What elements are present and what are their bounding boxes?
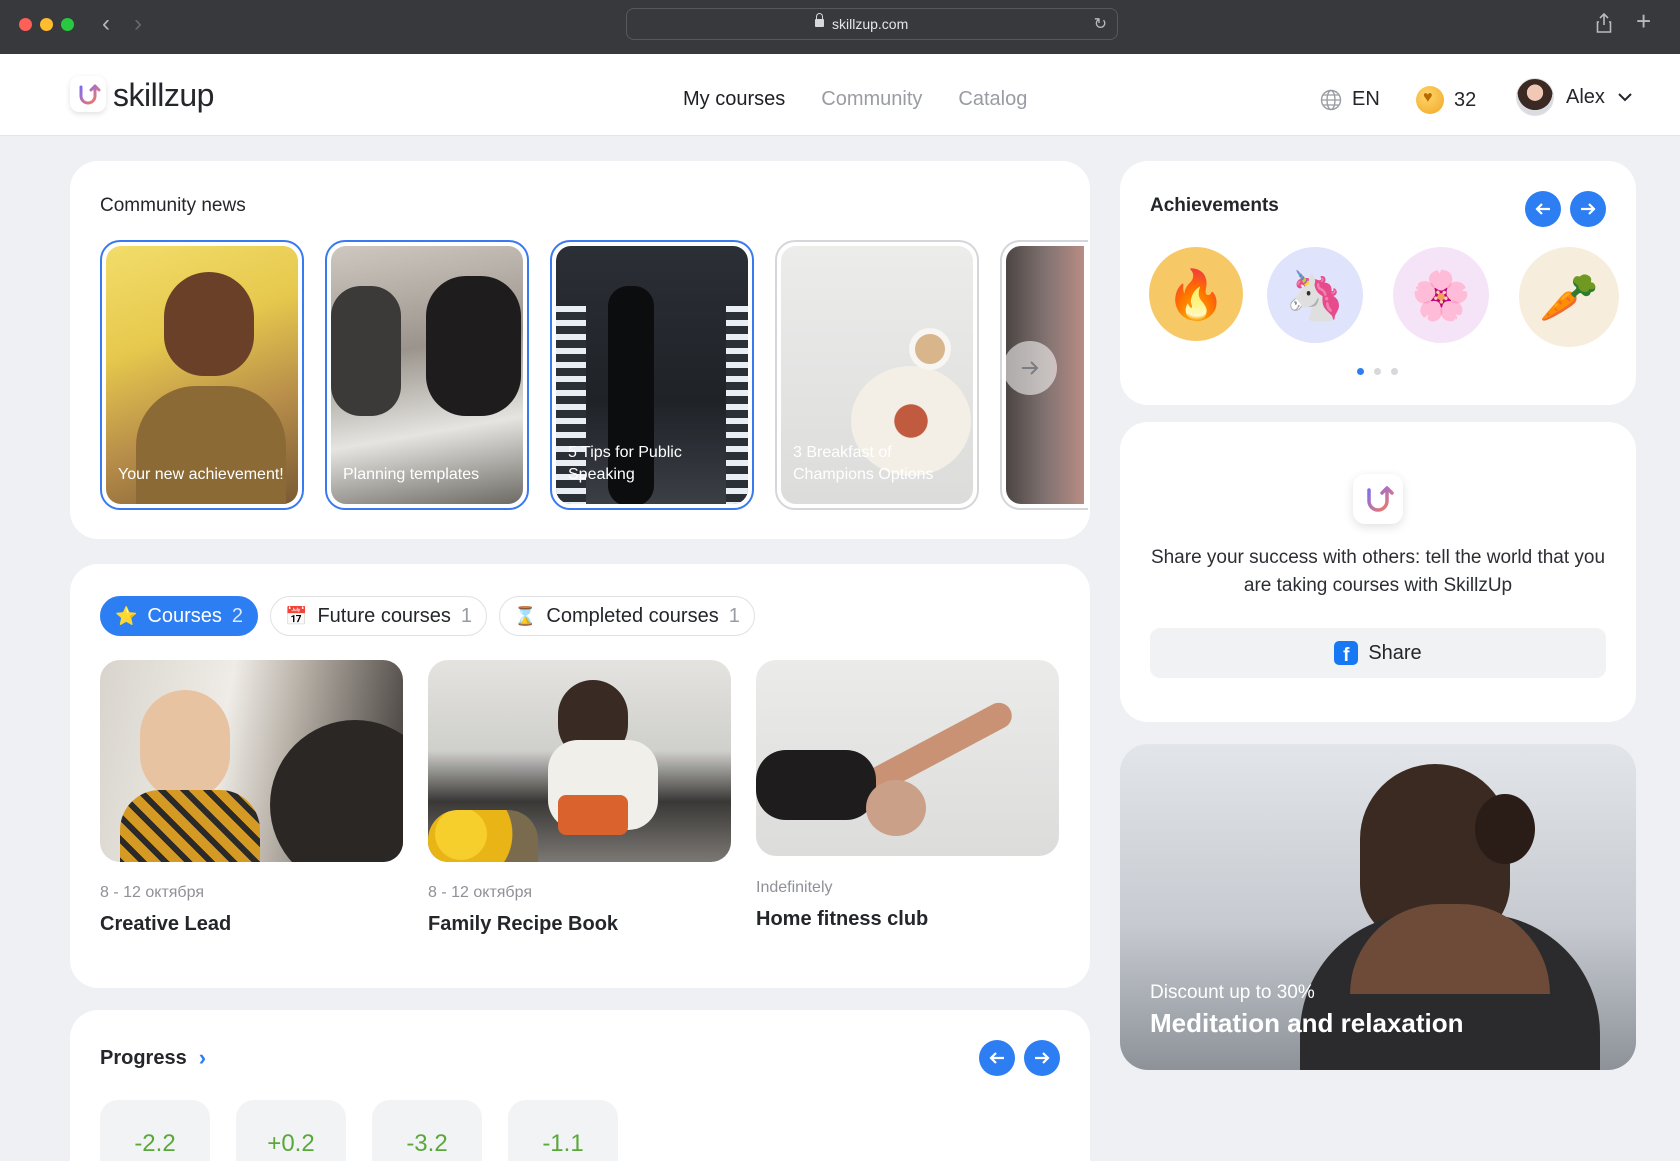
share-button-label: Share xyxy=(1368,641,1422,664)
course-title[interactable]: Creative Lead xyxy=(100,913,231,936)
arrow-left-icon xyxy=(989,1052,1004,1064)
hourglass-icon: ⌛ xyxy=(513,605,537,626)
story-image: Your new achievement! xyxy=(106,246,298,504)
address-bar-url: skillzup.com xyxy=(832,16,909,32)
share-description: Share your success with others: tell the… xyxy=(1150,547,1606,596)
star-icon: ⭐ xyxy=(115,605,138,626)
course-date: 8 - 12 октября xyxy=(428,884,532,901)
progress-next-button[interactable] xyxy=(1024,1040,1060,1076)
course-title[interactable]: Home fitness club xyxy=(756,908,928,931)
progress-link[interactable]: Progress › xyxy=(100,1045,206,1071)
minimize-window-button[interactable] xyxy=(40,18,53,31)
pager-dot[interactable] xyxy=(1357,368,1364,375)
avatar xyxy=(1516,78,1554,116)
coins-count: 32 xyxy=(1454,88,1477,111)
progress-title: Progress xyxy=(100,1046,187,1069)
site-header: skillzup My courses Community Catalog EN… xyxy=(0,54,1680,136)
promo-title: Meditation and relaxation xyxy=(1150,1008,1464,1038)
reload-icon[interactable]: ↻ xyxy=(1094,14,1107,34)
tab-label: Courses xyxy=(147,604,222,627)
progress-stat[interactable]: -1.1 xyxy=(508,1100,618,1161)
story-image: 3 Breakfast of Champions Options xyxy=(781,246,973,504)
coin-heart-icon xyxy=(1416,86,1444,114)
logo-icon xyxy=(1353,474,1403,524)
nav-community[interactable]: Community xyxy=(821,88,922,111)
stories-next-button[interactable] xyxy=(1003,341,1057,395)
user-menu[interactable]: Alex xyxy=(1516,78,1633,116)
tab-label: Completed courses xyxy=(546,604,719,627)
tab-completed-courses[interactable]: ⌛ Completed courses 1 xyxy=(498,596,755,636)
chevron-down-icon xyxy=(1618,93,1632,102)
logo-icon[interactable] xyxy=(70,76,106,112)
story-card[interactable]: Planning templates xyxy=(325,240,529,510)
achievements-title: Achievements xyxy=(1150,195,1279,216)
achievements-next-button[interactable] xyxy=(1570,191,1606,227)
tab-count: 1 xyxy=(728,604,740,627)
arrow-right-icon xyxy=(1035,1052,1050,1064)
promo-subtitle: Discount up to 30% xyxy=(1150,982,1315,1003)
course-image[interactable] xyxy=(100,660,403,862)
course-tabs: ⭐ Courses 2 📅 Future courses 1 ⌛ Complet… xyxy=(100,596,755,636)
unicorn-icon[interactable]: 🦄 xyxy=(1267,247,1363,343)
course-date: Indefinitely xyxy=(756,879,833,896)
story-image: 5 Tips for Public Speaking xyxy=(556,246,748,504)
tab-future-courses[interactable]: 📅 Future courses 1 xyxy=(270,596,487,636)
course-image[interactable] xyxy=(756,660,1059,856)
carrot-icon[interactable]: 🥕 xyxy=(1519,247,1619,347)
logo-text[interactable]: skillzup xyxy=(113,77,214,114)
calendar-icon: 📅 xyxy=(285,605,308,626)
story-card[interactable]: Your new achievement! xyxy=(100,240,304,510)
course-date: 8 - 12 октября xyxy=(100,884,204,901)
tab-courses[interactable]: ⭐ Courses 2 xyxy=(100,596,259,636)
browser-toolbar: ‹ › skillzup.com ↻ + xyxy=(0,0,1680,54)
chevron-right-icon: › xyxy=(198,1045,207,1070)
course-title[interactable]: Family Recipe Book xyxy=(428,913,618,936)
new-tab-icon[interactable]: + xyxy=(1636,8,1651,34)
tab-count: 2 xyxy=(231,604,244,627)
story-caption: 5 Tips for Public Speaking xyxy=(568,444,682,483)
browser-back-icon[interactable]: ‹ xyxy=(102,10,110,38)
community-news-title: Community news xyxy=(100,195,246,216)
story-card[interactable]: 3 Breakfast of Champions Options xyxy=(775,240,979,510)
progress-stat[interactable]: -2.2 xyxy=(100,1100,210,1161)
globe-icon xyxy=(1320,89,1342,110)
tab-label: Future courses xyxy=(317,604,451,627)
progress-stat[interactable]: +0.2 xyxy=(236,1100,346,1161)
share-button[interactable]: f Share xyxy=(1150,628,1606,678)
achievements-prev-button[interactable] xyxy=(1525,191,1561,227)
arrow-left-icon xyxy=(1535,203,1550,215)
story-caption: 3 Breakfast of Champions Options xyxy=(793,444,934,483)
language-label: EN xyxy=(1352,88,1380,110)
facebook-icon: f xyxy=(1334,641,1359,665)
close-window-button[interactable] xyxy=(19,18,32,31)
lock-icon xyxy=(815,13,824,27)
arrow-right-icon xyxy=(1581,203,1596,215)
course-image[interactable] xyxy=(428,660,731,862)
nav-my-courses[interactable]: My courses xyxy=(683,88,785,111)
story-card[interactable]: 5 Tips for Public Speaking xyxy=(550,240,754,510)
story-image: Planning templates xyxy=(331,246,523,504)
arrow-right-icon xyxy=(1022,361,1039,375)
address-bar[interactable]: skillzup.com ↻ xyxy=(626,8,1118,40)
language-selector[interactable]: EN xyxy=(1320,88,1380,111)
fire-icon[interactable]: 🔥 xyxy=(1149,247,1243,341)
tab-count: 1 xyxy=(460,604,472,627)
progress-prev-button[interactable] xyxy=(979,1040,1015,1076)
story-caption: Your new achievement! xyxy=(118,466,284,483)
pager-dot[interactable] xyxy=(1374,368,1381,375)
maximize-window-button[interactable] xyxy=(61,18,74,31)
promo-banner[interactable]: Discount up to 30% Meditation and relaxa… xyxy=(1120,744,1636,1070)
flower-icon[interactable]: 🌸 xyxy=(1393,247,1489,343)
browser-forward-icon[interactable]: › xyxy=(134,10,142,38)
main-nav: My courses Community Catalog xyxy=(683,88,1027,111)
pager-dot[interactable] xyxy=(1391,368,1398,375)
share-page-icon[interactable] xyxy=(1596,13,1612,33)
progress-stat[interactable]: -3.2 xyxy=(372,1100,482,1161)
user-name: Alex xyxy=(1566,85,1605,108)
coins-balance[interactable]: 32 xyxy=(1416,86,1476,114)
nav-catalog[interactable]: Catalog xyxy=(958,88,1027,111)
story-caption: Planning templates xyxy=(343,466,480,483)
